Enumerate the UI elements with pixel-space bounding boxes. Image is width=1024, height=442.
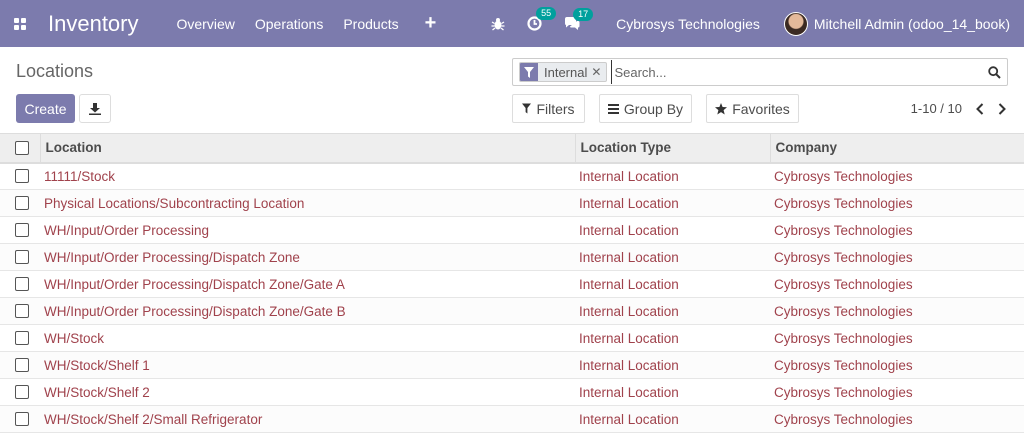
cell-company: Cybrosys Technologies	[774, 411, 913, 427]
favorites-label: Favorites	[732, 100, 790, 117]
filter-funnel-icon	[520, 63, 538, 81]
row-checkbox[interactable]	[15, 304, 29, 318]
cell-location-type: Internal Location	[579, 195, 679, 211]
cell-location: WH/Stock/Shelf 2/Small Refrigerator	[44, 411, 263, 427]
filter-icon	[522, 103, 532, 114]
row-checkbox[interactable]	[15, 412, 29, 426]
top-navbar: Inventory Overview Operations Products +…	[0, 0, 1024, 47]
user-avatar[interactable]	[783, 11, 808, 36]
cell-location-type: Internal Location	[579, 303, 679, 319]
breadcrumb-title: Locations	[16, 61, 94, 81]
row-checkbox[interactable]	[15, 250, 29, 264]
table-row[interactable]: Physical Locations/Subcontracting Locati…	[0, 189, 1024, 217]
table-row[interactable]: WH/Input/Order Processing/Dispatch Zone …	[0, 243, 1024, 271]
cell-location-type: Internal Location	[579, 249, 679, 265]
table-row[interactable]: WH/Stock Internal Location Cybrosys Tech…	[0, 324, 1024, 352]
facet-remove-icon[interactable]: ✕	[591, 65, 601, 79]
group-by-label: Group By	[623, 100, 684, 117]
cell-company: Cybrosys Technologies	[774, 384, 913, 400]
filters-label: Filters	[536, 100, 575, 117]
row-checkbox[interactable]	[15, 277, 29, 291]
cell-company: Cybrosys Technologies	[774, 303, 913, 319]
cell-location: 11111/Stock	[44, 168, 116, 184]
cell-company: Cybrosys Technologies	[774, 195, 913, 211]
cell-location: WH/Input/Order Processing/Dispatch Zone	[44, 249, 300, 265]
search-icon[interactable]	[981, 59, 1007, 85]
facet-value: Internal	[544, 64, 588, 80]
cell-company: Cybrosys Technologies	[774, 330, 913, 346]
cell-company: Cybrosys Technologies	[774, 168, 913, 184]
user-menu[interactable]: Mitchell Admin (odoo_14_book)	[814, 16, 1010, 32]
row-checkbox[interactable]	[15, 358, 29, 372]
export-download-button[interactable]	[79, 94, 111, 123]
filters-button[interactable]: Filters	[512, 94, 585, 123]
cell-company: Cybrosys Technologies	[774, 222, 913, 238]
messages-count-badge: 17	[573, 7, 594, 21]
row-checkbox[interactable]	[15, 385, 29, 399]
cell-location-type: Internal Location	[579, 330, 679, 346]
table-row[interactable]: 11111/Stock Internal Location Cybrosys T…	[0, 162, 1024, 190]
cell-location: WH/Stock	[44, 330, 105, 346]
company-switcher[interactable]: Cybrosys Technologies	[616, 16, 760, 32]
bars-icon	[607, 103, 619, 114]
table-row[interactable]: WH/Input/Order Processing Internal Locat…	[0, 216, 1024, 244]
control-panel: Locations Create Internal ✕ Filters Grou…	[0, 47, 1024, 133]
favorites-button[interactable]: Favorites	[706, 94, 799, 123]
cell-company: Cybrosys Technologies	[774, 249, 913, 265]
column-header-company[interactable]: Company	[769, 133, 1024, 163]
app-brand[interactable]: Inventory	[48, 11, 139, 37]
pager-next-icon[interactable]	[998, 102, 1006, 115]
table-row[interactable]: WH/Stock/Shelf 2/Small Refrigerator Inte…	[0, 405, 1024, 433]
table-row[interactable]: WH/Input/Order Processing/Dispatch Zone/…	[0, 297, 1024, 325]
menu-overview[interactable]: Overview	[177, 16, 235, 32]
debug-bug-icon[interactable]	[491, 17, 505, 31]
download-icon	[89, 102, 101, 115]
apps-menu-icon[interactable]	[0, 0, 40, 47]
create-button[interactable]: Create	[16, 94, 75, 123]
cell-location: WH/Input/Order Processing	[44, 222, 210, 238]
new-menu-plus-icon[interactable]: +	[425, 12, 437, 35]
pager-previous-icon[interactable]	[976, 102, 984, 115]
table-row[interactable]: WH/Stock/Shelf 1 Internal Location Cybro…	[0, 351, 1024, 379]
menu-operations[interactable]: Operations	[255, 16, 323, 32]
activity-count-badge: 55	[536, 7, 557, 20]
activity-clock-icon[interactable]: 55	[527, 7, 557, 31]
cell-location: WH/Input/Order Processing/Dispatch Zone/…	[44, 303, 346, 319]
table-header-row: Location Location Type Company	[0, 133, 1024, 163]
messages-chat-icon[interactable]: 17	[564, 7, 594, 31]
row-checkbox[interactable]	[15, 223, 29, 237]
row-checkbox[interactable]	[15, 331, 29, 345]
select-all-cell	[0, 134, 40, 163]
locations-list: Location Location Type Company 11111/Sto…	[0, 133, 1024, 433]
cell-location: WH/Stock/Shelf 1	[44, 357, 150, 373]
table-row[interactable]: WH/Stock/Shelf 2 Internal Location Cybro…	[0, 378, 1024, 406]
menu-products[interactable]: Products	[343, 16, 398, 32]
select-all-checkbox[interactable]	[15, 140, 29, 155]
search-bar: Internal ✕	[512, 58, 1008, 86]
cell-company: Cybrosys Technologies	[774, 357, 913, 373]
search-input[interactable]	[611, 60, 981, 84]
table-row[interactable]: WH/Input/Order Processing/Dispatch Zone/…	[0, 270, 1024, 298]
row-checkbox[interactable]	[15, 169, 29, 184]
search-facet: Internal ✕	[519, 62, 608, 82]
cell-location-type: Internal Location	[579, 384, 679, 400]
cell-location-type: Internal Location	[579, 222, 679, 238]
cell-location: WH/Stock/Shelf 2	[44, 384, 150, 400]
column-header-location-type[interactable]: Location Type	[574, 133, 770, 163]
row-checkbox[interactable]	[15, 196, 29, 210]
group-by-button[interactable]: Group By	[599, 94, 692, 123]
cell-location-type: Internal Location	[579, 411, 679, 427]
pager-value[interactable]: 1-10 / 10	[911, 101, 962, 116]
cell-location-type: Internal Location	[579, 276, 679, 292]
pager: 1-10 / 10	[911, 101, 1006, 116]
cell-location: WH/Input/Order Processing/Dispatch Zone/…	[44, 276, 345, 292]
cell-company: Cybrosys Technologies	[774, 276, 913, 292]
cell-location-type: Internal Location	[579, 168, 679, 184]
star-icon	[715, 102, 728, 114]
column-header-location[interactable]: Location	[39, 133, 575, 163]
cell-location-type: Internal Location	[579, 357, 679, 373]
cell-location: Physical Locations/Subcontracting Locati…	[44, 195, 305, 211]
